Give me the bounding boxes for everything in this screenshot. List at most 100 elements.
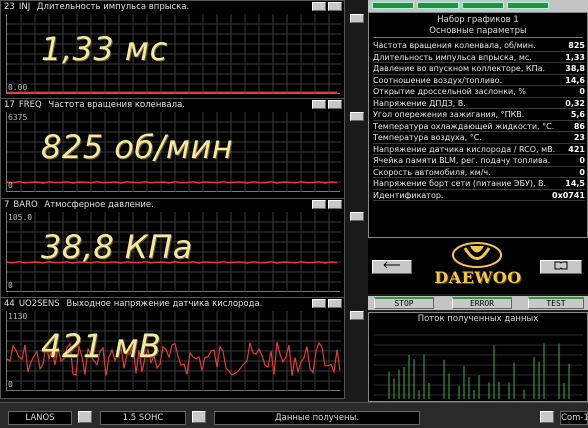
arrows-icon [383, 261, 400, 269]
y-max-label: 105.0 [8, 213, 33, 222]
logo-area: DAEWOO [368, 238, 588, 294]
param-row: Температура воздуха, °С. 23 [373, 132, 585, 144]
param-value: 0x0741 [550, 189, 585, 201]
y-max-label: 1130 [8, 312, 28, 321]
param-label: Температура охлаждающей жидкости, °С. [373, 121, 555, 131]
panel-max-button[interactable] [328, 2, 342, 11]
param-row: Длительность импульса впрыска, мс. 1,33 [373, 51, 585, 63]
strip-segment[interactable] [372, 2, 414, 9]
param-row: Давление во впускном коллекторе, КПа. 38,… [373, 63, 585, 75]
status-port: Com-1 [560, 411, 588, 425]
big-value: 1,33 мс [41, 30, 168, 68]
status-message-button[interactable] [540, 411, 554, 423]
param-value: 5,6 [568, 109, 585, 120]
status-engine-button[interactable] [192, 411, 206, 423]
panel-max-button[interactable] [328, 299, 342, 308]
param-label: Напряжение датчика кислорода / RCO, мВ. [373, 144, 556, 154]
scroll-button[interactable] [350, 14, 364, 23]
scroll-button[interactable] [350, 311, 364, 320]
param-label: Открытие дроссельной заслонки, % [373, 87, 526, 96]
param-row: Открытие дроссельной заслонки, % 0 [373, 86, 585, 98]
flow-chart [373, 334, 583, 399]
error-button[interactable]: ERROR [452, 297, 512, 309]
param-label: Идентификатор. [373, 190, 444, 200]
param-label: Напряжение ДПДЗ, В. [373, 98, 466, 108]
param-label: Температура воздуха, °С. [373, 133, 482, 142]
chart-plot: 1130 0 421 мВ [6, 311, 341, 391]
chart-panel-uo2sens: 44 UO2SENS Выходное напряжение датчика ки… [0, 297, 345, 399]
param-value: 0 [577, 155, 585, 166]
panel-min-button[interactable] [312, 2, 326, 11]
param-value: 14,6 [563, 74, 585, 86]
param-label: Угол опережения зажигания, °ПКВ. [373, 110, 525, 119]
param-name: BARO [13, 200, 38, 210]
param-name: UO2SENS [18, 299, 60, 309]
chart-panel-freq: 17 FREQ Частота вращения коленвала. 6375 … [0, 98, 345, 200]
params-list: Частота вращения коленвала, об/мин. 825 Дл… [369, 40, 587, 201]
param-label: Давление во впускном коллекторе, КПа. [373, 64, 546, 73]
chart-plot: 105.0 0 38,8 КПа [6, 212, 341, 292]
param-row: Соотношение воздух/топливо. 14,6 [373, 74, 585, 86]
y-min-label: 0 [8, 281, 13, 290]
data-flow-panel: Поток полученных данных [368, 312, 588, 402]
param-code: 7 [4, 200, 10, 210]
param-label: Длительность импульса впрыска, мс. [373, 52, 532, 62]
param-row: Скорость автомобиля, км/ч. 0 [373, 166, 585, 178]
param-value: 0 [577, 166, 585, 178]
prev-set-button[interactable] [372, 260, 412, 274]
params-top-strip [368, 0, 588, 12]
panel-max-button[interactable] [328, 200, 342, 209]
param-value: 14,5 [563, 178, 585, 189]
panel-min-button[interactable] [312, 200, 326, 209]
param-value: 421 [566, 143, 585, 155]
param-row: Температура охлаждающей жидкости, °С. 86 [373, 120, 585, 132]
brand-text: DAEWOO [434, 268, 522, 287]
scroll-button[interactable] [350, 212, 364, 221]
param-row: Идентификатор. 0x0741 [373, 189, 585, 201]
trace-line [7, 181, 338, 184]
status-message: Данные получены. [214, 411, 420, 425]
book-button[interactable] [540, 260, 582, 274]
param-value: 86 [571, 120, 585, 132]
param-code: 44 [4, 299, 15, 309]
scroll-button[interactable] [350, 112, 364, 121]
chart-panel-baro: 7 BARO Атмосферное давление. 105.0 0 38,8… [0, 198, 345, 300]
strip-segment[interactable] [462, 2, 504, 9]
strip-segment[interactable] [507, 2, 549, 9]
param-name: INJ [18, 2, 31, 12]
y-min-label: 0 [8, 380, 13, 389]
status-engine: 1.5 SOHC [100, 411, 186, 425]
panel-min-button[interactable] [312, 299, 326, 308]
param-row: Напряжение ДПДЗ, В. 0,32 [373, 97, 585, 109]
big-value: 825 об/мин [41, 128, 234, 166]
panel-min-button[interactable] [312, 100, 326, 109]
stop-button[interactable]: STOP [374, 297, 434, 309]
param-desc: Выходное напряжение датчика кислорода. [66, 299, 263, 309]
param-value: 23 [571, 132, 585, 143]
param-label: Соотношение воздух/топливо. [373, 75, 503, 85]
param-desc: Длительность импульса впрыска. [36, 2, 190, 12]
param-value: 825 [566, 40, 585, 51]
param-code: 23 [4, 2, 15, 12]
big-value: 38,8 КПа [41, 228, 193, 266]
panel-header: 17 FREQ Частота вращения коленвала. [1, 99, 344, 111]
flow-title: Поток полученных данных [417, 314, 539, 324]
panel-max-button[interactable] [328, 100, 342, 109]
y-min-label: 0.00 [8, 83, 28, 92]
param-value: 0,32 [563, 97, 585, 109]
control-row: STOP ERROR TEST [368, 296, 588, 310]
status-model-button[interactable] [78, 411, 92, 423]
param-desc: Атмосферное давление. [44, 200, 154, 210]
daewoo-logo-icon [452, 242, 502, 268]
param-code: 17 [4, 100, 15, 110]
test-button[interactable]: TEST [528, 297, 584, 309]
param-label: Напряжение борт сети (питание ЭБУ), В. [373, 179, 547, 188]
param-row: Напряжение датчика кислорода / RCO, мВ. 4… [373, 143, 585, 155]
strip-segment[interactable] [417, 2, 459, 9]
book-icon [554, 261, 568, 270]
param-label: Скорость автомобиля, км/ч. [373, 167, 491, 177]
param-row: Напряжение борт сети (питание ЭБУ), В. 14… [373, 178, 585, 190]
param-value: 38,8 [563, 63, 585, 74]
status-bar: LANOS 1.5 SOHC Данные получены. Com-1 [0, 402, 588, 428]
param-desc: Частота вращения коленвала. [48, 100, 185, 110]
